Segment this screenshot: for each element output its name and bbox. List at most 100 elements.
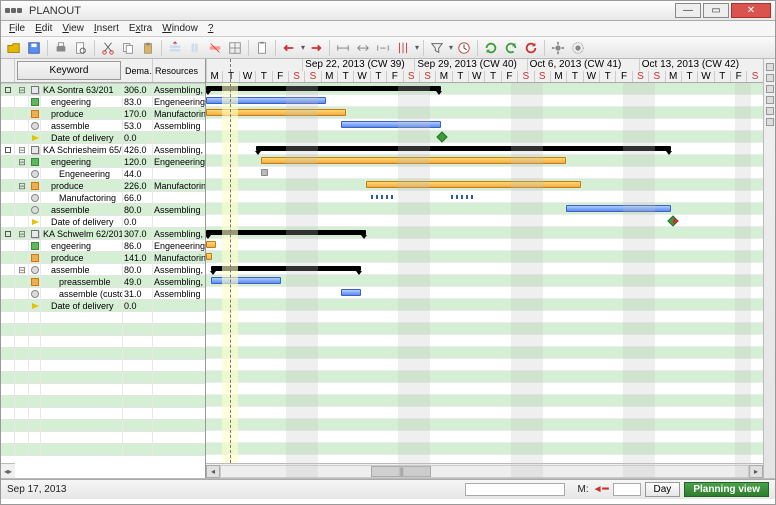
table-row[interactable]: produce170.0Manufactoring bbox=[1, 108, 205, 120]
table-row[interactable]: ⊟assemble80.0Assembling, M bbox=[1, 264, 205, 276]
day-label: W bbox=[353, 71, 369, 83]
planning-view-button[interactable]: Planning view bbox=[684, 482, 769, 497]
close-button[interactable]: ✕ bbox=[731, 3, 771, 18]
table-row[interactable] bbox=[1, 384, 205, 396]
table-row[interactable]: Manufactoring66.0 bbox=[1, 192, 205, 204]
table-row[interactable] bbox=[1, 444, 205, 456]
day-label: F bbox=[615, 71, 631, 83]
table-row[interactable] bbox=[1, 372, 205, 384]
delete-row-icon[interactable] bbox=[206, 39, 224, 57]
table-row[interactable]: Date of delivery0.0 bbox=[1, 216, 205, 228]
cut-icon[interactable] bbox=[99, 39, 117, 57]
table-row[interactable]: engeering86.0Engeneering bbox=[1, 240, 205, 252]
gantt-bar[interactable] bbox=[256, 146, 671, 151]
milestone-icon[interactable] bbox=[436, 131, 447, 142]
settings-icon[interactable] bbox=[549, 39, 567, 57]
menu-extra[interactable]: Extra bbox=[125, 23, 156, 34]
resources-header[interactable]: Resources bbox=[153, 59, 205, 82]
table-row[interactable] bbox=[1, 336, 205, 348]
side-btn-6[interactable] bbox=[766, 118, 774, 126]
side-btn-3[interactable] bbox=[766, 85, 774, 93]
table-row[interactable]: Engeneering44.0 bbox=[1, 168, 205, 180]
filter-icon[interactable] bbox=[428, 39, 446, 57]
paste-icon[interactable] bbox=[139, 39, 157, 57]
side-btn-5[interactable] bbox=[766, 107, 774, 115]
zoom-out-icon[interactable] bbox=[374, 39, 392, 57]
table-row[interactable]: Date of delivery0.0 bbox=[1, 300, 205, 312]
zoom-in-icon[interactable] bbox=[354, 39, 372, 57]
day-button[interactable]: Day bbox=[645, 482, 681, 497]
save-icon[interactable] bbox=[25, 39, 43, 57]
day-label: T bbox=[484, 71, 500, 83]
scroll-left-button[interactable]: ◂ bbox=[206, 465, 220, 478]
table-row[interactable]: ⊟produce226.0Manufactoring bbox=[1, 180, 205, 192]
table-row[interactable] bbox=[1, 408, 205, 420]
gantt-bar[interactable] bbox=[206, 253, 212, 260]
scroll-right-button[interactable]: ▸ bbox=[749, 465, 763, 478]
table-row[interactable]: assemble53.0Assembling bbox=[1, 120, 205, 132]
menu-insert[interactable]: Insert bbox=[90, 23, 123, 34]
table-row[interactable] bbox=[1, 396, 205, 408]
gantt-chart[interactable]: Sep 22, 2013 (CW 39)Sep 29, 2013 (CW 40)… bbox=[206, 59, 763, 478]
clipboard-icon[interactable] bbox=[253, 39, 271, 57]
menu-help[interactable]: ? bbox=[204, 23, 218, 34]
expand-all-button[interactable] bbox=[1, 59, 15, 82]
menu-window[interactable]: Window bbox=[158, 23, 202, 34]
window-title: PLANOUT bbox=[29, 5, 81, 17]
m-input[interactable] bbox=[613, 483, 641, 496]
table-row[interactable]: Date of delivery0.0 bbox=[1, 132, 205, 144]
menu-file[interactable]: File bbox=[5, 23, 29, 34]
vlines-icon[interactable] bbox=[394, 39, 412, 57]
table-row[interactable] bbox=[1, 420, 205, 432]
table-row[interactable]: assemble80.0Assembling bbox=[1, 204, 205, 216]
table-row[interactable] bbox=[1, 324, 205, 336]
task-grid: ⊟KA Sontra 63/201306.0Assembling, Eengee… bbox=[1, 83, 205, 463]
right-pane: Sep 22, 2013 (CW 39)Sep 29, 2013 (CW 40)… bbox=[206, 59, 775, 478]
side-btn-2[interactable] bbox=[766, 74, 774, 82]
menu-view[interactable]: View bbox=[58, 23, 88, 34]
menu-edit[interactable]: Edit bbox=[31, 23, 56, 34]
demand-header[interactable]: Dema… bbox=[123, 59, 153, 82]
table-row[interactable]: ⊟engeering120.0Engeneering bbox=[1, 156, 205, 168]
refresh2-icon[interactable] bbox=[502, 39, 520, 57]
table-row[interactable]: preassemble49.0Assembling, M bbox=[1, 276, 205, 288]
gantt-bar[interactable] bbox=[566, 205, 671, 212]
maximize-button[interactable]: ▭ bbox=[703, 3, 729, 18]
insert-col-icon[interactable] bbox=[186, 39, 204, 57]
undo-icon[interactable] bbox=[522, 39, 540, 57]
clock-icon[interactable] bbox=[455, 39, 473, 57]
copy-icon[interactable] bbox=[119, 39, 137, 57]
open-icon[interactable] bbox=[5, 39, 23, 57]
table-row[interactable] bbox=[1, 432, 205, 444]
status-date: Sep 17, 2013 bbox=[7, 484, 67, 495]
link-fwd-icon[interactable] bbox=[307, 39, 325, 57]
minimize-button[interactable]: — bbox=[675, 3, 701, 18]
preview-icon[interactable] bbox=[72, 39, 90, 57]
link-back-icon[interactable] bbox=[280, 39, 298, 57]
side-btn-4[interactable] bbox=[766, 96, 774, 104]
titlebar[interactable]: PLANOUT — ▭ ✕ bbox=[1, 1, 775, 21]
gantt-bar[interactable] bbox=[261, 169, 268, 176]
keyword-header[interactable]: Keyword bbox=[17, 61, 121, 80]
gantt-bar[interactable] bbox=[206, 241, 216, 248]
day-label: M bbox=[550, 71, 566, 83]
table-row[interactable] bbox=[1, 312, 205, 324]
table-row[interactable]: produce141.0Manufactoring bbox=[1, 252, 205, 264]
tools-icon[interactable] bbox=[569, 39, 587, 57]
insert-row-icon[interactable] bbox=[166, 39, 184, 57]
zoom-hfit-icon[interactable] bbox=[334, 39, 352, 57]
table-row[interactable]: assemble (custom31.0Assembling bbox=[1, 288, 205, 300]
gantt-bar[interactable] bbox=[341, 289, 361, 296]
table-row[interactable]: engeering83.0Engeneering bbox=[1, 96, 205, 108]
grid-icon[interactable] bbox=[226, 39, 244, 57]
print-icon[interactable] bbox=[52, 39, 70, 57]
weekend-shade bbox=[414, 83, 430, 478]
table-row[interactable] bbox=[1, 348, 205, 360]
table-row[interactable]: ⊟KA Sontra 63/201306.0Assembling, E bbox=[1, 84, 205, 96]
side-btn-1[interactable] bbox=[766, 63, 774, 71]
day-label: M bbox=[321, 71, 337, 83]
table-row[interactable]: ⊟KA Schriesheim 65/201426.0Assembling, E bbox=[1, 144, 205, 156]
table-row[interactable]: ⊟KA Schwelm 62/201307.0Assembling, E bbox=[1, 228, 205, 240]
table-row[interactable] bbox=[1, 360, 205, 372]
refresh-icon[interactable] bbox=[482, 39, 500, 57]
